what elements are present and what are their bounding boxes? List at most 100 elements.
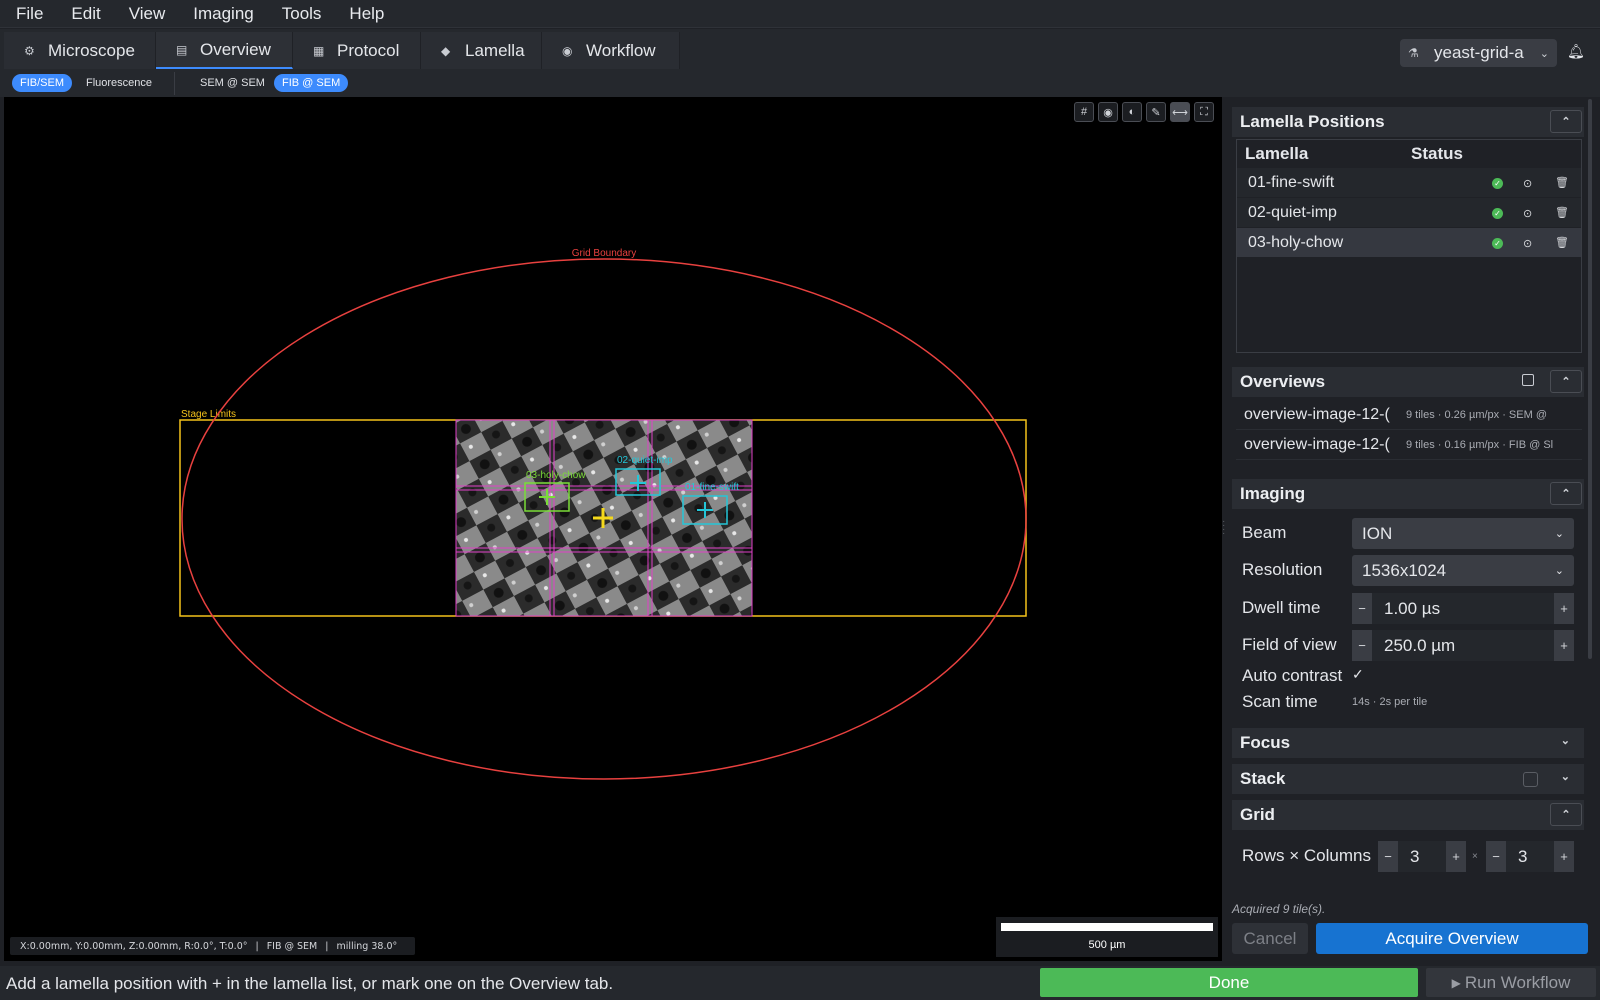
tab-label: Overview [200,39,271,59]
rows-value[interactable]: 3 [1398,841,1446,872]
stage-coords: X:0.00mm, Y:0.00mm, Z:0.00mm, R:0.0°, T:… [20,940,248,952]
target-icon[interactable]: ⊙ [1523,207,1532,220]
resolution-value: 1536x1024 [1362,560,1447,580]
table-row[interactable]: 03-holy-chow ✓ ⊙ 🗑︎ [1237,228,1581,258]
marker-label: 03-holy-chow [526,470,586,481]
fov-value[interactable]: 250.0 µm [1372,630,1554,661]
tab-protocol[interactable]: ▦ Protocol [293,32,421,69]
chevron-up-icon[interactable]: ⌃ [1550,110,1582,133]
grid-boundary-label: Grid Boundary [572,248,636,259]
panel-scrollbar[interactable] [1588,99,1592,659]
play-circle-icon: ◉ [562,43,573,58]
coordinate-readout: X:0.00mm, Y:0.00mm, Z:0.00mm, R:0.0°, T:… [10,937,416,955]
target-icon[interactable]: ⊙ [1523,177,1532,190]
list-item[interactable]: overview-image-12-( 9 tiles · 0.16 µm/px… [1236,431,1582,460]
layers-icon: ◆ [441,43,451,58]
cols-value[interactable]: 3 [1506,841,1554,872]
beam-value: ION [1362,523,1393,543]
chevron-up-icon[interactable]: ⌃ [1550,482,1582,505]
trash-icon[interactable]: 🗑︎ [1555,176,1569,189]
resolution-select[interactable]: 1536x1024 ⌄ [1352,555,1574,586]
map-icon: ▤ [176,42,188,57]
scale-label: 500 µm [1088,939,1126,951]
splitter-handle[interactable]: · · · · [1222,517,1225,539]
marker-label: 02-quiet-imp [617,455,673,466]
overview-name: overview-image-12-( [1244,436,1390,453]
tab-lamella[interactable]: ◆ Lamella [421,32,542,69]
status-message: Add a lamella position with + in the lam… [6,974,614,993]
menu-help[interactable]: Help [335,0,398,28]
side-panel: Lamella Positions ⌃ Lamella Status 01-fi… [1232,107,1584,897]
dwell-time-stepper[interactable]: − 1.00 µs + [1352,593,1574,624]
plus-icon[interactable]: + [1554,593,1574,624]
minus-icon[interactable]: − [1378,841,1398,872]
auto-contrast-checkbox[interactable]: ✓ [1352,666,1368,682]
chevron-up-icon[interactable]: ⌃ [1550,803,1582,826]
eye-icon[interactable]: ◉ [1098,102,1118,122]
menu-tools[interactable]: Tools [268,0,336,28]
acquire-overview-button[interactable]: Acquire Overview [1316,923,1588,954]
minus-icon[interactable]: − [1486,841,1506,872]
trash-icon[interactable]: 🗑︎ [1555,206,1569,219]
menu-edit[interactable]: Edit [57,0,114,28]
beam-select[interactable]: ION ⌄ [1352,518,1574,549]
acquired-status: Acquired 9 tile(s). [1232,902,1326,916]
scale-line [1001,923,1213,931]
menu-file[interactable]: File [0,0,57,28]
table-row[interactable]: 01-fine-swift ✓ ⊙ 🗑︎ [1237,168,1581,198]
section-title: Grid [1240,805,1275,824]
table-row[interactable]: 02-quiet-imp ✓ ⊙ 🗑︎ [1237,198,1581,228]
view-fib-pill[interactable]: FIB @ SEM [274,74,349,92]
table-header: Lamella Status [1237,140,1581,168]
run-workflow-button[interactable]: ▶ Run Workflow [1426,968,1596,997]
measure-icon[interactable]: ⟷ [1170,102,1190,122]
viewer-canvas: Stage Limits Grid Boundary 03-holy-chow … [179,248,1027,780]
tab-workflow[interactable]: ◉ Workflow [542,32,680,69]
menu-imaging[interactable]: Imaging [179,0,267,28]
plus-icon[interactable]: + [1554,630,1574,661]
overview-viewer[interactable]: Stage Limits Grid Boundary 03-holy-chow … [4,97,1222,961]
viewer-toolbar: # ◉ ◐ ✎ ⟷ ⛶ [1074,102,1214,122]
overview-meta: 9 tiles · 0.26 µm/px · SEM @ [1406,409,1547,421]
dwell-value[interactable]: 1.00 µs [1372,593,1554,624]
menubar: File Edit View Imaging Tools Help [0,0,1600,28]
target-icon[interactable]: ⊙ [1523,237,1532,250]
minus-icon[interactable]: − [1352,630,1372,661]
plus-icon[interactable]: + [1446,841,1466,872]
tab-overview[interactable]: ▤ Overview [156,32,293,69]
scan-time-label: Scan time [1242,692,1318,711]
cancel-button[interactable]: Cancel [1232,923,1308,954]
mode-fibsem-pill[interactable]: FIB/SEM [12,74,73,92]
stack-header[interactable]: Stack ⌄ [1232,764,1584,794]
list-item[interactable]: overview-image-12-( 9 tiles · 0.26 µm/px… [1236,401,1582,430]
grid-icon[interactable]: # [1074,102,1094,122]
add-overview-icon[interactable] [1522,374,1534,386]
view-sem-pill[interactable]: SEM @ SEM [192,74,273,92]
minus-icon[interactable]: − [1352,593,1372,624]
imaging-header: Imaging ⌃ [1232,479,1584,509]
tab-microscope[interactable]: ⚙ Microscope [4,32,156,69]
chevron-down-icon[interactable]: ⌄ [1561,734,1570,747]
pencil-icon[interactable]: ✎ [1146,102,1166,122]
microscope-icon: ⚙ [24,43,35,58]
section-title: Overviews [1240,372,1326,391]
fit-view-icon[interactable]: ⛶ [1194,102,1214,122]
section-title: Stack [1240,769,1286,788]
plus-icon[interactable]: + [1554,841,1574,872]
bell-icon[interactable]: 🔔︎ [1567,43,1585,60]
stack-checkbox[interactable] [1523,772,1538,787]
chevron-down-icon: ⌄ [1554,565,1564,577]
mode-fluorescence-pill[interactable]: Fluorescence [78,74,160,92]
contrast-icon[interactable]: ◐ [1122,102,1142,122]
chevron-down-icon[interactable]: ⌄ [1561,770,1570,783]
trash-icon[interactable]: 🗑︎ [1555,236,1569,249]
cols-stepper[interactable]: − 3 + [1486,841,1574,872]
menu-view[interactable]: View [115,0,180,28]
rows-stepper[interactable]: − 3 + [1378,841,1466,872]
field-of-view-stepper[interactable]: − 250.0 µm + [1352,630,1574,661]
done-button[interactable]: Done [1040,968,1418,997]
focus-header[interactable]: Focus ⌄ [1232,728,1584,758]
project-select[interactable]: ⚗ yeast-grid-a ⌄ [1400,39,1557,67]
chevron-up-icon[interactable]: ⌃ [1550,370,1582,393]
scan-time-value: 14s · 2s per tile [1352,696,1428,708]
